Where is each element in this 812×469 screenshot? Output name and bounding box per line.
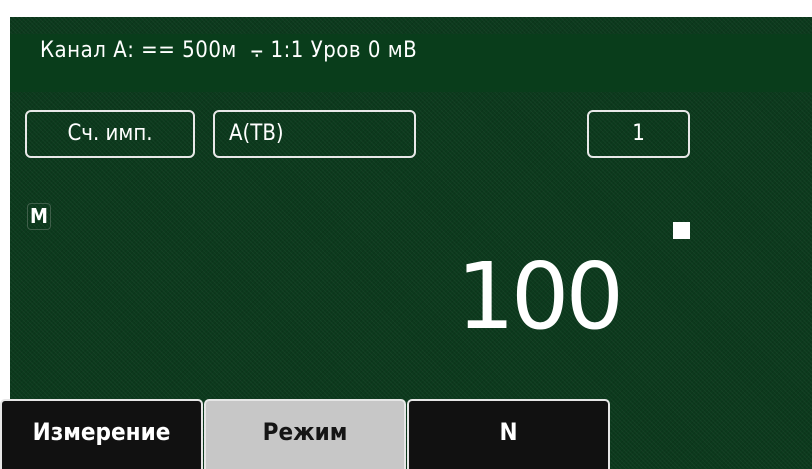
softkey-mode[interactable]: Режим [204, 399, 406, 469]
channel-select-field[interactable]: A(TB) [213, 110, 416, 158]
instrument-screen: Канал А: == 500м ⨪ 1:1 Уров 0 мВ Сч. имп… [0, 0, 812, 469]
measurement-mode-field[interactable]: Сч. имп. [25, 110, 195, 158]
activity-indicator-icon [673, 222, 690, 239]
channel-status-text: Канал А: == 500м ⨪ 1:1 Уров 0 мВ [40, 38, 418, 63]
count-number-field[interactable]: 1 [587, 110, 690, 158]
marker-m-badge: M [27, 203, 51, 230]
softkey-measurement[interactable]: Измерение [0, 399, 203, 469]
softkey-n[interactable]: N [407, 399, 610, 469]
measurement-value: 100 [456, 243, 624, 350]
